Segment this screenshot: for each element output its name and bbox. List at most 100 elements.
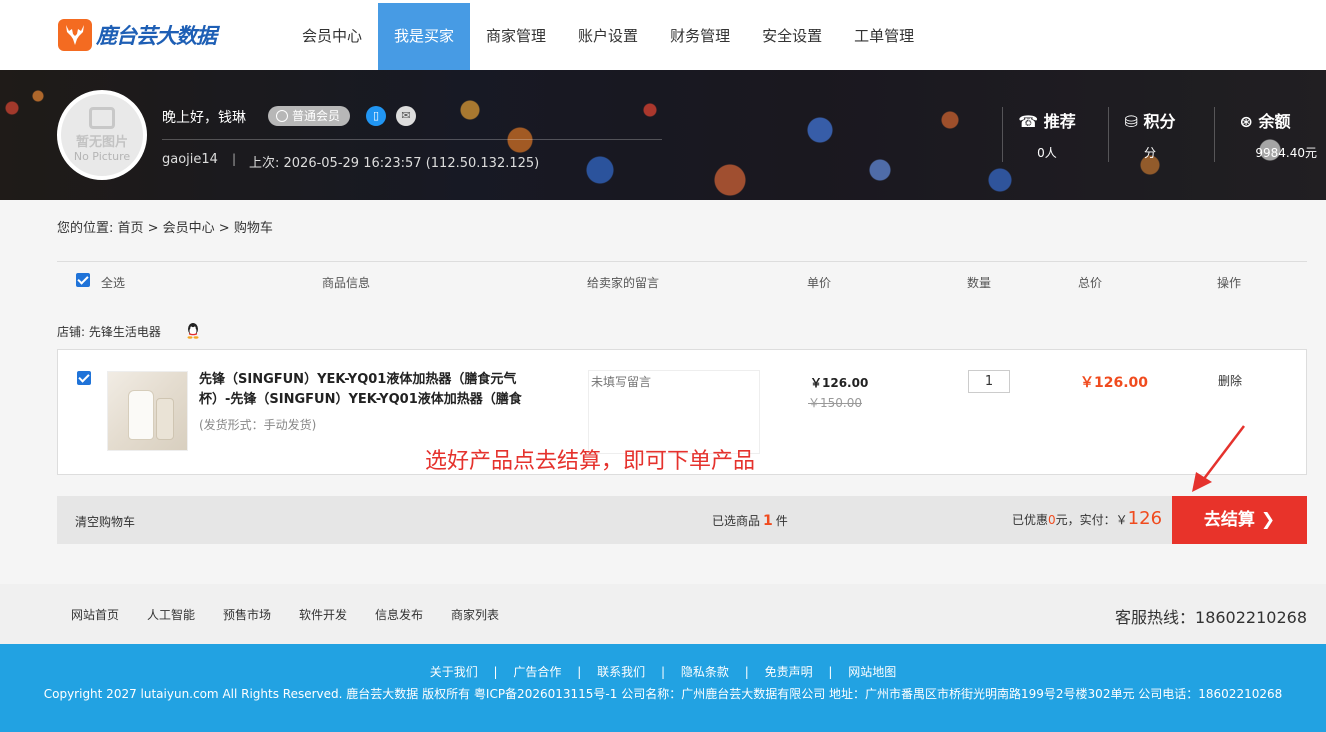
- footer-link-sep: |: [744, 665, 749, 679]
- stat-recommend-label: 推荐: [1043, 112, 1076, 131]
- footer-link-ads[interactable]: 广告合作: [513, 665, 561, 679]
- col-unit-price: 单价: [807, 276, 832, 290]
- coins-icon: ⛁: [1124, 112, 1138, 131]
- username: gaojie14: [162, 152, 218, 167]
- quantity-input[interactable]: [968, 370, 1010, 393]
- select-all-label[interactable]: 全选: [101, 274, 125, 291]
- selected-prefix: 已选商品: [712, 514, 761, 528]
- stat-balance[interactable]: ⊛ 余额 9984.40元: [1213, 108, 1318, 161]
- stat-points[interactable]: ⛁ 积分 分: [1098, 108, 1202, 161]
- product-thumbnail[interactable]: [107, 371, 188, 451]
- col-action: 操作: [1217, 276, 1242, 290]
- nav-account-settings[interactable]: 账户设置: [562, 3, 654, 70]
- footer-link-merchants[interactable]: 商家列表: [451, 606, 499, 623]
- nav-security[interactable]: 安全设置: [746, 3, 838, 70]
- footer-bottom: 关于我们 | 广告合作 | 联系我们 | 隐私条款 | 免责声明 | 网站地图 …: [0, 644, 1326, 732]
- footer-link-sep: |: [493, 665, 498, 679]
- breadcrumb: 您的位置: 首页 > 会员中心 > 购物车: [57, 221, 273, 236]
- member-level-badge[interactable]: 普通会员: [268, 106, 351, 126]
- selected-suffix: 件: [775, 514, 788, 528]
- discount-value: 0: [1048, 513, 1056, 527]
- logo-text: 鹿台芸大数据: [96, 24, 217, 48]
- site-logo[interactable]: 鹿台芸大数据: [58, 19, 217, 51]
- lock-icon: [89, 107, 115, 129]
- stat-balance-value: 9984.40元: [1255, 146, 1317, 160]
- avatar-placeholder-subtext: No Picture: [73, 150, 131, 163]
- discount-suffix: 元，实付：￥: [1055, 513, 1128, 527]
- footer-link-presale[interactable]: 预售市场: [223, 606, 271, 623]
- selected-count-value: 1: [763, 513, 773, 529]
- footer-link-sitemap[interactable]: 网站地图: [848, 665, 896, 679]
- product-image-cup: [156, 398, 174, 440]
- clear-cart-button[interactable]: 清空购物车: [75, 513, 135, 530]
- nav-finance[interactable]: 财务管理: [654, 3, 746, 70]
- main-nav: 会员中心 我是买家 商家管理 账户设置 财务管理 安全设置 工单管理: [286, 3, 930, 70]
- original-price: ￥150.00: [808, 396, 862, 410]
- arrow-annotation-icon: [1192, 425, 1245, 492]
- footer-link-sep: |: [828, 665, 833, 679]
- item-total-price: ￥126.00: [1080, 375, 1149, 391]
- checkout-label: 去结算: [1203, 510, 1255, 530]
- chevron-right-icon: ❯: [1260, 510, 1276, 530]
- stat-points-label: 积分: [1143, 112, 1176, 131]
- avatar-placeholder-text: 暂无图片: [75, 135, 128, 150]
- nav-merchant[interactable]: 商家管理: [470, 3, 562, 70]
- avatar[interactable]: 暂无图片 No Picture: [57, 90, 147, 180]
- payment-summary: 已优惠0元，实付：￥126: [1012, 508, 1162, 529]
- stat-recommend[interactable]: ☎ 推荐 0人: [995, 108, 1099, 161]
- phone-icon: ☎: [1018, 112, 1039, 131]
- nav-tickets[interactable]: 工单管理: [838, 3, 930, 70]
- cart-table-header: 全选 商品信息 给卖家的留言 单价 数量 总价 操作: [57, 261, 1307, 299]
- deer-logo-icon: [58, 19, 92, 51]
- footer-link-info[interactable]: 信息发布: [375, 606, 423, 623]
- select-all-checkbox[interactable]: [76, 273, 90, 287]
- checkout-button[interactable]: 去结算 ❯: [1172, 496, 1307, 544]
- wallet-icon: ⊛: [1239, 112, 1253, 131]
- stat-balance-label: 余额: [1258, 112, 1291, 131]
- footer-link-sep: |: [660, 665, 666, 679]
- username-separator: |: [232, 152, 237, 166]
- item-checkbox[interactable]: [77, 371, 91, 385]
- top-header: 鹿台芸大数据 会员中心 我是买家 商家管理 账户设置 财务管理 安全设置 工单管…: [0, 0, 1326, 70]
- medal-icon: [276, 110, 288, 122]
- product-image-jug: [128, 390, 154, 440]
- col-total: 总价: [1078, 276, 1103, 290]
- footer-bottom-links: 关于我们 | 广告合作 | 联系我们 | 隐私条款 | 免责声明 | 网站地图: [0, 663, 1326, 680]
- shop-name[interactable]: 店铺: 先锋生活电器: [57, 323, 161, 340]
- discount-prefix: 已优惠: [1012, 513, 1049, 527]
- nav-member-center[interactable]: 会员中心: [286, 3, 378, 70]
- footer-link-ai[interactable]: 人工智能: [147, 606, 195, 623]
- footer-link-sep: |: [577, 665, 582, 679]
- footer-link-bar: 网站首页 人工智能 预售市场 软件开发 信息发布 商家列表 客服热线：18602…: [0, 584, 1326, 644]
- nav-buyer[interactable]: 我是买家: [378, 3, 471, 70]
- footer-link-software[interactable]: 软件开发: [299, 606, 347, 623]
- footer-link-disclaimer[interactable]: 免责声明: [765, 665, 813, 679]
- footer-link-contact[interactable]: 联系我们: [597, 665, 645, 679]
- phone-verify-icon[interactable]: ▯: [366, 106, 386, 126]
- col-quantity: 数量: [967, 276, 992, 290]
- footer-link-privacy[interactable]: 隐私条款: [681, 665, 729, 679]
- profile-banner: 暂无图片 No Picture 晚上好，钱琳 普通会员 ▯ ✉ gaojie14…: [0, 70, 1326, 200]
- seller-message-input[interactable]: [588, 370, 760, 454]
- shipping-method: (发货形式：手动发货): [199, 418, 317, 432]
- last-login: 上次: 2026-05-29 16:23:57 (112.50.132.125): [249, 156, 540, 171]
- customer-hotline: 客服热线：18602210268: [1115, 608, 1307, 627]
- banner-divider: [162, 139, 662, 140]
- footer-link-about[interactable]: 关于我们: [430, 665, 478, 679]
- footer-link-home[interactable]: 网站首页: [71, 606, 119, 623]
- product-title[interactable]: 先锋（SINGFUN）YEK-YQ01液体加热器（膳食元气杯）-先锋（SINGF…: [199, 370, 544, 410]
- stat-recommend-value: 0人: [1037, 146, 1057, 160]
- cart-summary-bar: 清空购物车 已选商品 1 件 已优惠0元，实付：￥126 去结算 ❯: [57, 496, 1307, 544]
- col-product: 商品信息: [322, 276, 371, 290]
- pay-amount: 126: [1127, 508, 1163, 529]
- instruction-annotation: 选好产品点去结算，即可下单产品: [425, 449, 756, 474]
- member-level-label: 普通会员: [292, 109, 341, 123]
- selected-count: 已选商品 1 件: [712, 512, 788, 529]
- mail-verify-icon[interactable]: ✉: [396, 106, 416, 126]
- qq-chat-icon[interactable]: [185, 322, 201, 339]
- copyright-text: Copyright 2027 lutaiyun.com All Rights R…: [43, 687, 1283, 701]
- unit-price: ￥126.00: [810, 376, 869, 390]
- greeting: 晚上好，钱琳: [162, 110, 246, 126]
- stat-points-value: 分: [1143, 146, 1156, 160]
- delete-item-link[interactable]: 删除: [1218, 372, 1242, 389]
